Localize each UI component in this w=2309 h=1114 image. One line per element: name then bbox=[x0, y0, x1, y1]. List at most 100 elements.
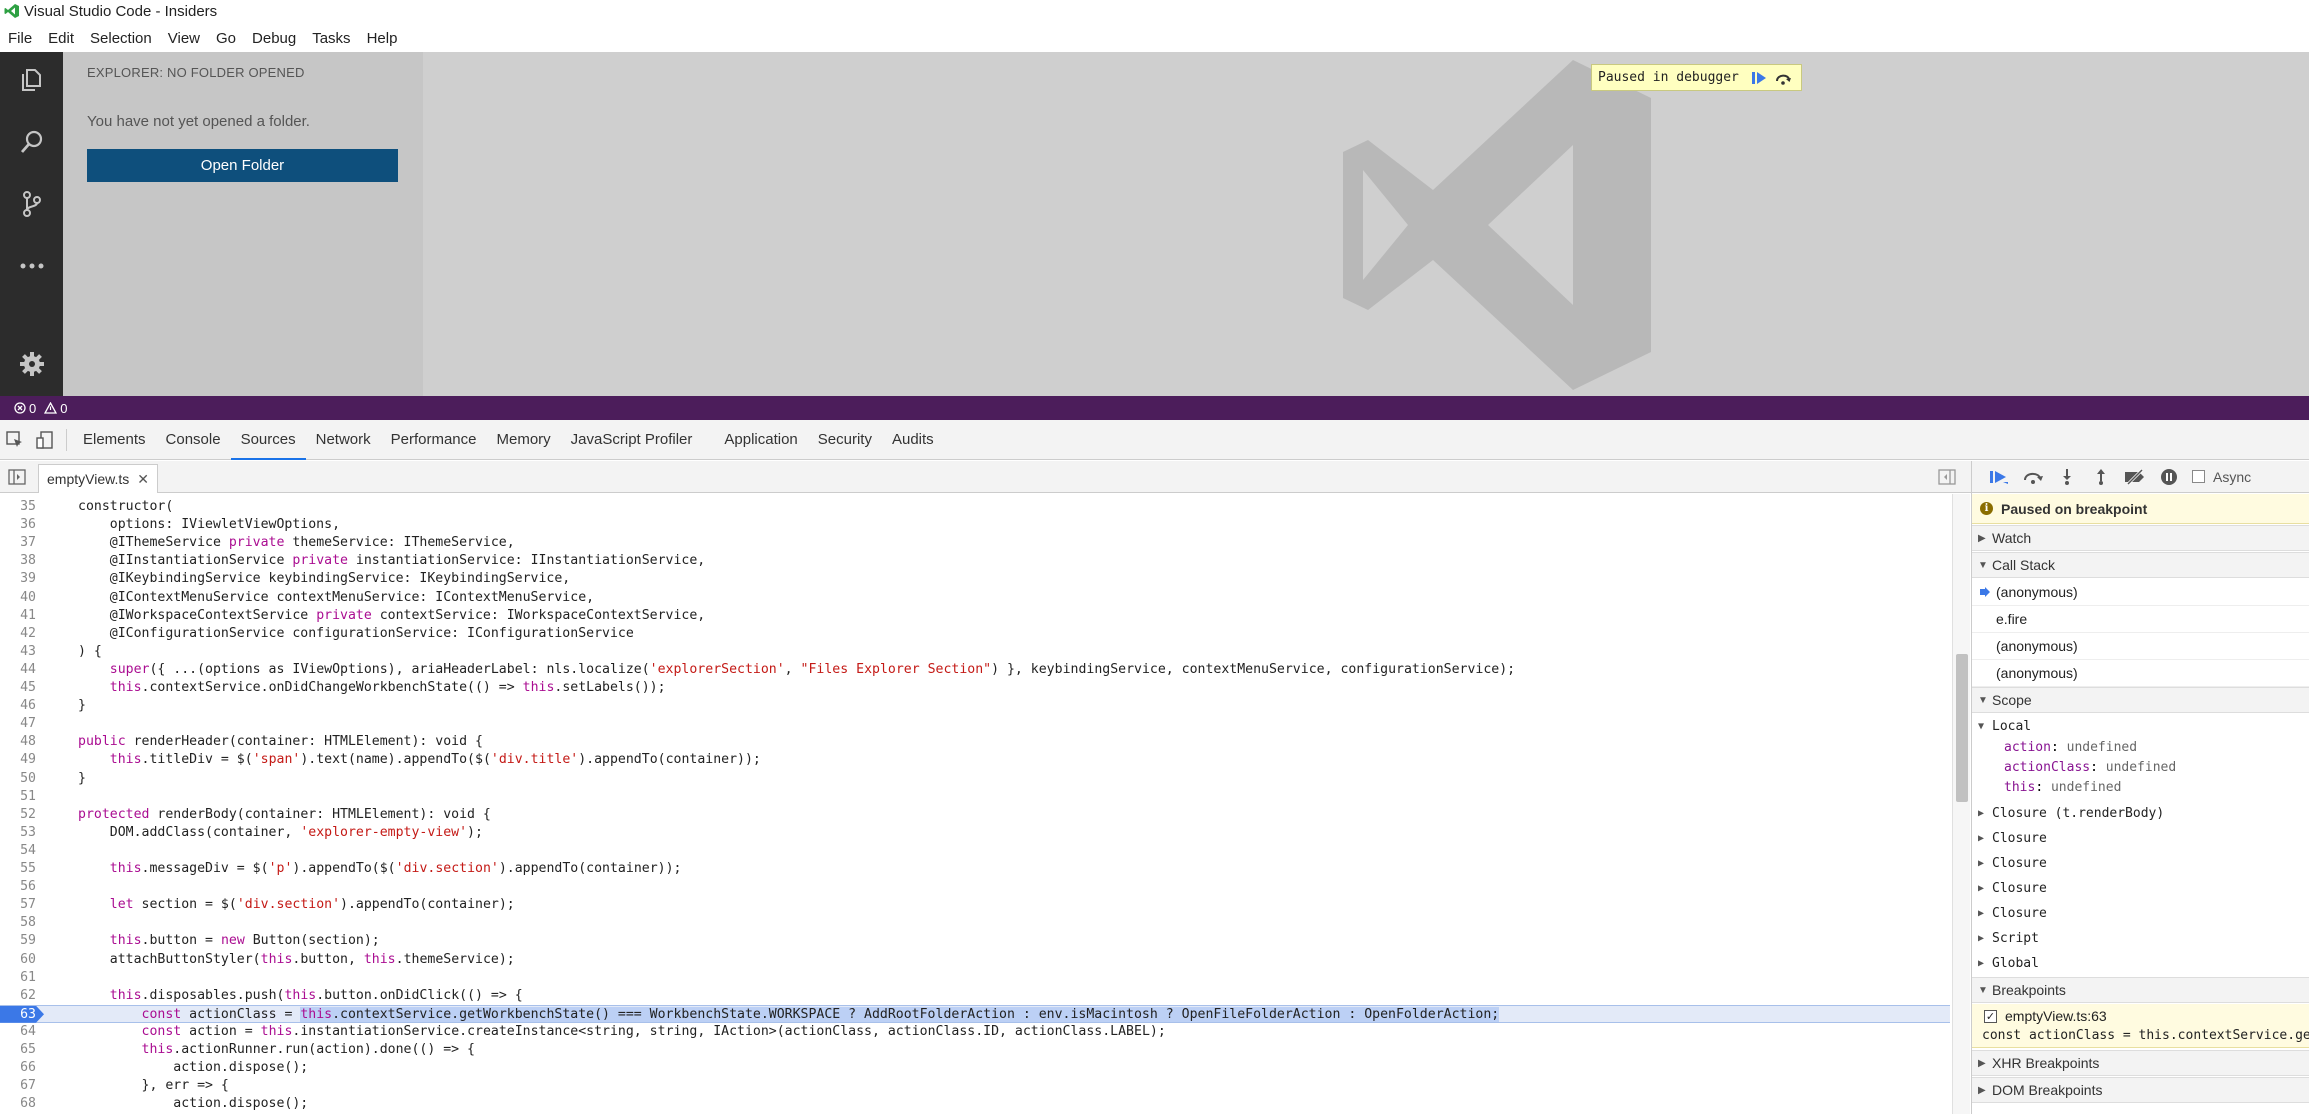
dom-breakpoints-section-header[interactable]: ▶ DOM Breakpoints bbox=[1972, 1077, 2309, 1103]
code-line[interactable]: 60 attachButtonStyler(this.button, this.… bbox=[0, 951, 1950, 969]
call-stack-frame[interactable]: (anonymous) bbox=[1972, 660, 2309, 687]
line-number[interactable]: 35 bbox=[0, 498, 36, 516]
line-number[interactable]: 65 bbox=[0, 1041, 36, 1059]
search-icon[interactable] bbox=[14, 124, 50, 160]
code-line[interactable]: 36 options: IViewletViewOptions, bbox=[0, 516, 1950, 534]
menu-debug[interactable]: Debug bbox=[244, 30, 304, 47]
code-line[interactable]: 48 public renderHeader(container: HTMLEle… bbox=[0, 733, 1950, 751]
line-number[interactable]: 54 bbox=[0, 842, 36, 860]
scope-local[interactable]: ▼ Local bbox=[1972, 714, 2309, 738]
code-line[interactable]: 56 bbox=[0, 878, 1950, 896]
code-line[interactable]: 54 bbox=[0, 842, 1950, 860]
scope-variable[interactable]: this: undefined bbox=[2004, 778, 2121, 798]
warning-icon[interactable] bbox=[44, 402, 58, 414]
line-number[interactable]: 55 bbox=[0, 860, 36, 878]
async-toggle[interactable]: Async bbox=[2192, 469, 2251, 485]
scope-closure[interactable]: ▶ Closure bbox=[1972, 876, 2309, 900]
line-number[interactable]: 53 bbox=[0, 824, 36, 842]
tab-console[interactable]: Console bbox=[156, 420, 231, 460]
scrollbar-thumb[interactable] bbox=[1956, 654, 1968, 802]
code-line[interactable]: 57 let section = $('div.section').append… bbox=[0, 896, 1950, 914]
menu-edit[interactable]: Edit bbox=[40, 30, 82, 47]
code-line[interactable]: 35 constructor( bbox=[0, 498, 1950, 516]
scope-variable[interactable]: actionClass: undefined bbox=[2004, 758, 2176, 778]
device-toolbar-icon[interactable] bbox=[30, 425, 60, 455]
scope-closure[interactable]: ▶ Closure bbox=[1972, 826, 2309, 850]
tab-javascript-profiler[interactable]: JavaScript Profiler bbox=[561, 420, 703, 460]
step-over-icon[interactable] bbox=[1771, 67, 1795, 89]
code-line[interactable]: 67 }, err => { bbox=[0, 1077, 1950, 1095]
scope-variable[interactable]: action: undefined bbox=[2004, 738, 2137, 758]
tab-performance[interactable]: Performance bbox=[381, 420, 487, 460]
code-scrollbar[interactable] bbox=[1952, 494, 1970, 1114]
close-icon[interactable]: ✕ bbox=[137, 471, 149, 488]
tab-memory[interactable]: Memory bbox=[487, 420, 561, 460]
line-number[interactable]: 38 bbox=[0, 552, 36, 570]
gear-icon[interactable] bbox=[14, 346, 50, 382]
line-number[interactable]: 64 bbox=[0, 1023, 36, 1041]
code-line[interactable]: 50} bbox=[0, 770, 1950, 788]
line-number[interactable]: 61 bbox=[0, 969, 36, 987]
line-number[interactable]: 60 bbox=[0, 951, 36, 969]
code-line[interactable]: 47 bbox=[0, 715, 1950, 733]
step-into-icon[interactable] bbox=[2050, 464, 2084, 490]
menu-view[interactable]: View bbox=[160, 30, 208, 47]
code-line[interactable]: 65 this.actionRunner.run(action).done(()… bbox=[0, 1041, 1950, 1059]
tab-audits[interactable]: Audits bbox=[882, 420, 944, 460]
watch-section-header[interactable]: ▶ Watch bbox=[1972, 525, 2309, 551]
line-number[interactable]: 41 bbox=[0, 607, 36, 625]
line-number[interactable]: 40 bbox=[0, 589, 36, 607]
menu-tasks[interactable]: Tasks bbox=[304, 30, 358, 47]
warning-count[interactable]: 0 bbox=[60, 401, 67, 416]
call-stack-frame[interactable]: e.fire bbox=[1972, 606, 2309, 633]
code-line[interactable]: 45 this.contextService.onDidChangeWorkbe… bbox=[0, 679, 1950, 697]
xhr-breakpoints-section-header[interactable]: ▶ XHR Breakpoints bbox=[1972, 1050, 2309, 1076]
line-number[interactable]: 49 bbox=[0, 751, 36, 769]
code-line[interactable]: 44 super({ ...(options as IViewOptions),… bbox=[0, 661, 1950, 679]
code-line[interactable]: 55 this.messageDiv = $('p').appendTo($('… bbox=[0, 860, 1950, 878]
scope-closure[interactable]: ▶ Closure bbox=[1972, 851, 2309, 875]
code-line[interactable]: 41 @IWorkspaceContextService private con… bbox=[0, 607, 1950, 625]
more-icon[interactable] bbox=[14, 248, 50, 284]
line-number[interactable]: 56 bbox=[0, 878, 36, 896]
code-line-paused[interactable]: 63 const actionClass = this.contextServi… bbox=[0, 1004, 1950, 1023]
scope-script[interactable]: ▶ Script bbox=[1972, 926, 2309, 950]
line-number[interactable]: 48 bbox=[0, 733, 36, 751]
line-number[interactable]: 59 bbox=[0, 932, 36, 950]
code-line[interactable]: 53 DOM.addClass(container, 'explorer-emp… bbox=[0, 824, 1950, 842]
code-line[interactable]: 52 protected renderBody(container: HTMLEl… bbox=[0, 806, 1950, 824]
deactivate-breakpoints-icon[interactable] bbox=[2118, 464, 2152, 490]
step-out-icon[interactable] bbox=[2084, 464, 2118, 490]
code-editor[interactable]: 35 constructor(36 options: IViewletViewOp… bbox=[0, 494, 1950, 1114]
explorer-icon[interactable] bbox=[14, 62, 50, 98]
resume-icon[interactable] bbox=[1747, 67, 1771, 89]
line-number[interactable]: 66 bbox=[0, 1059, 36, 1077]
line-number[interactable]: 43 bbox=[0, 643, 36, 661]
line-number[interactable]: 52 bbox=[0, 806, 36, 824]
line-number[interactable]: 45 bbox=[0, 679, 36, 697]
call-stack-frame[interactable]: (anonymous) bbox=[1972, 579, 2309, 606]
line-number[interactable]: 44 bbox=[0, 661, 36, 679]
line-number[interactable]: 37 bbox=[0, 534, 36, 552]
tab-security[interactable]: Security bbox=[808, 420, 882, 460]
code-line[interactable]: 66 action.dispose(); bbox=[0, 1059, 1950, 1077]
scope-closure[interactable]: ▶ Closure (t.renderBody) bbox=[1972, 801, 2309, 825]
tab-sources[interactable]: Sources bbox=[230, 420, 306, 460]
breakpoint-item[interactable]: ✓ emptyView.ts:63 const actionClass = th… bbox=[1972, 1004, 2309, 1048]
line-number[interactable]: 62 bbox=[0, 987, 36, 1005]
error-icon[interactable] bbox=[14, 402, 26, 414]
breakpoint-checkbox[interactable]: ✓ bbox=[1984, 1009, 1997, 1023]
line-number[interactable]: 68 bbox=[0, 1095, 36, 1113]
code-line[interactable]: 38 @IInstantiationService private instan… bbox=[0, 552, 1950, 570]
scope-closure[interactable]: ▶ Closure bbox=[1972, 901, 2309, 925]
code-line[interactable]: 68 action.dispose(); bbox=[0, 1095, 1950, 1113]
line-number[interactable]: 58 bbox=[0, 914, 36, 932]
code-line[interactable]: 61 bbox=[0, 969, 1950, 987]
call-stack-frame[interactable]: (anonymous) bbox=[1972, 633, 2309, 660]
tab-elements[interactable]: Elements bbox=[73, 420, 156, 460]
code-line[interactable]: 37 @IThemeService private themeService: … bbox=[0, 534, 1950, 552]
step-over-icon[interactable] bbox=[2016, 464, 2050, 490]
line-number[interactable]: 36 bbox=[0, 516, 36, 534]
menu-help[interactable]: Help bbox=[359, 30, 406, 47]
open-folder-button[interactable]: Open Folder bbox=[87, 149, 398, 182]
